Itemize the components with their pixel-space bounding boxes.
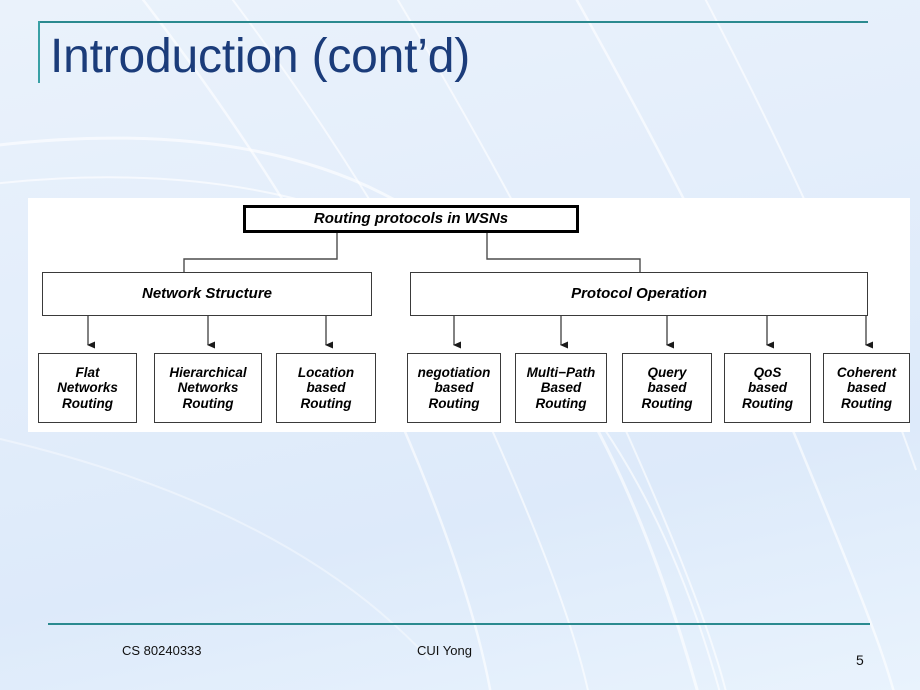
node-flat-networks-routing[interactable]: Flat Networks Routing bbox=[38, 353, 137, 423]
node-label: Routing protocols in WSNs bbox=[313, 210, 509, 228]
node-label: Protocol Operation bbox=[571, 285, 707, 303]
node-label: negotiation based Routing bbox=[417, 364, 491, 411]
node-label: Coherent based Routing bbox=[836, 364, 897, 411]
node-coherent-based-routing[interactable]: Coherent based Routing bbox=[823, 353, 910, 423]
page-number: 5 bbox=[856, 652, 864, 668]
footer-course-code: CS 80240333 bbox=[122, 643, 202, 658]
footer-rule bbox=[48, 623, 870, 625]
node-label: Multi−Path Based Routing bbox=[526, 364, 596, 411]
page-title: Introduction (cont’d) bbox=[50, 30, 471, 83]
node-location-based-routing[interactable]: Location based Routing bbox=[276, 353, 376, 423]
title-block: Introduction (cont’d) bbox=[0, 0, 920, 120]
slide: Introduction (cont’d) Routing protocols … bbox=[0, 0, 920, 690]
node-label: Query based Routing bbox=[641, 364, 693, 411]
node-label: Hierarchical Networks Routing bbox=[169, 364, 247, 411]
node-multi-path-based-routing[interactable]: Multi−Path Based Routing bbox=[515, 353, 607, 423]
node-hierarchical-networks-routing[interactable]: Hierarchical Networks Routing bbox=[154, 353, 262, 423]
footer-author: CUI Yong bbox=[417, 643, 472, 658]
routing-protocols-diagram: Routing protocols in WSNs Network Struct… bbox=[28, 198, 910, 432]
node-label: Location based Routing bbox=[297, 364, 355, 411]
node-query-based-routing[interactable]: Query based Routing bbox=[622, 353, 712, 423]
node-qos-based-routing[interactable]: QoS based Routing bbox=[724, 353, 811, 423]
node-label: Network Structure bbox=[141, 285, 273, 303]
node-negotiation-based-routing[interactable]: negotiation based Routing bbox=[407, 353, 501, 423]
title-left-accent-bar bbox=[38, 21, 40, 83]
node-routing-protocols-in-wsns[interactable]: Routing protocols in WSNs bbox=[243, 205, 579, 233]
node-label: Flat Networks Routing bbox=[57, 364, 118, 411]
title-top-rule bbox=[38, 21, 868, 23]
node-protocol-operation[interactable]: Protocol Operation bbox=[410, 272, 868, 316]
node-label: QoS based Routing bbox=[742, 364, 793, 411]
node-network-structure[interactable]: Network Structure bbox=[42, 272, 372, 316]
